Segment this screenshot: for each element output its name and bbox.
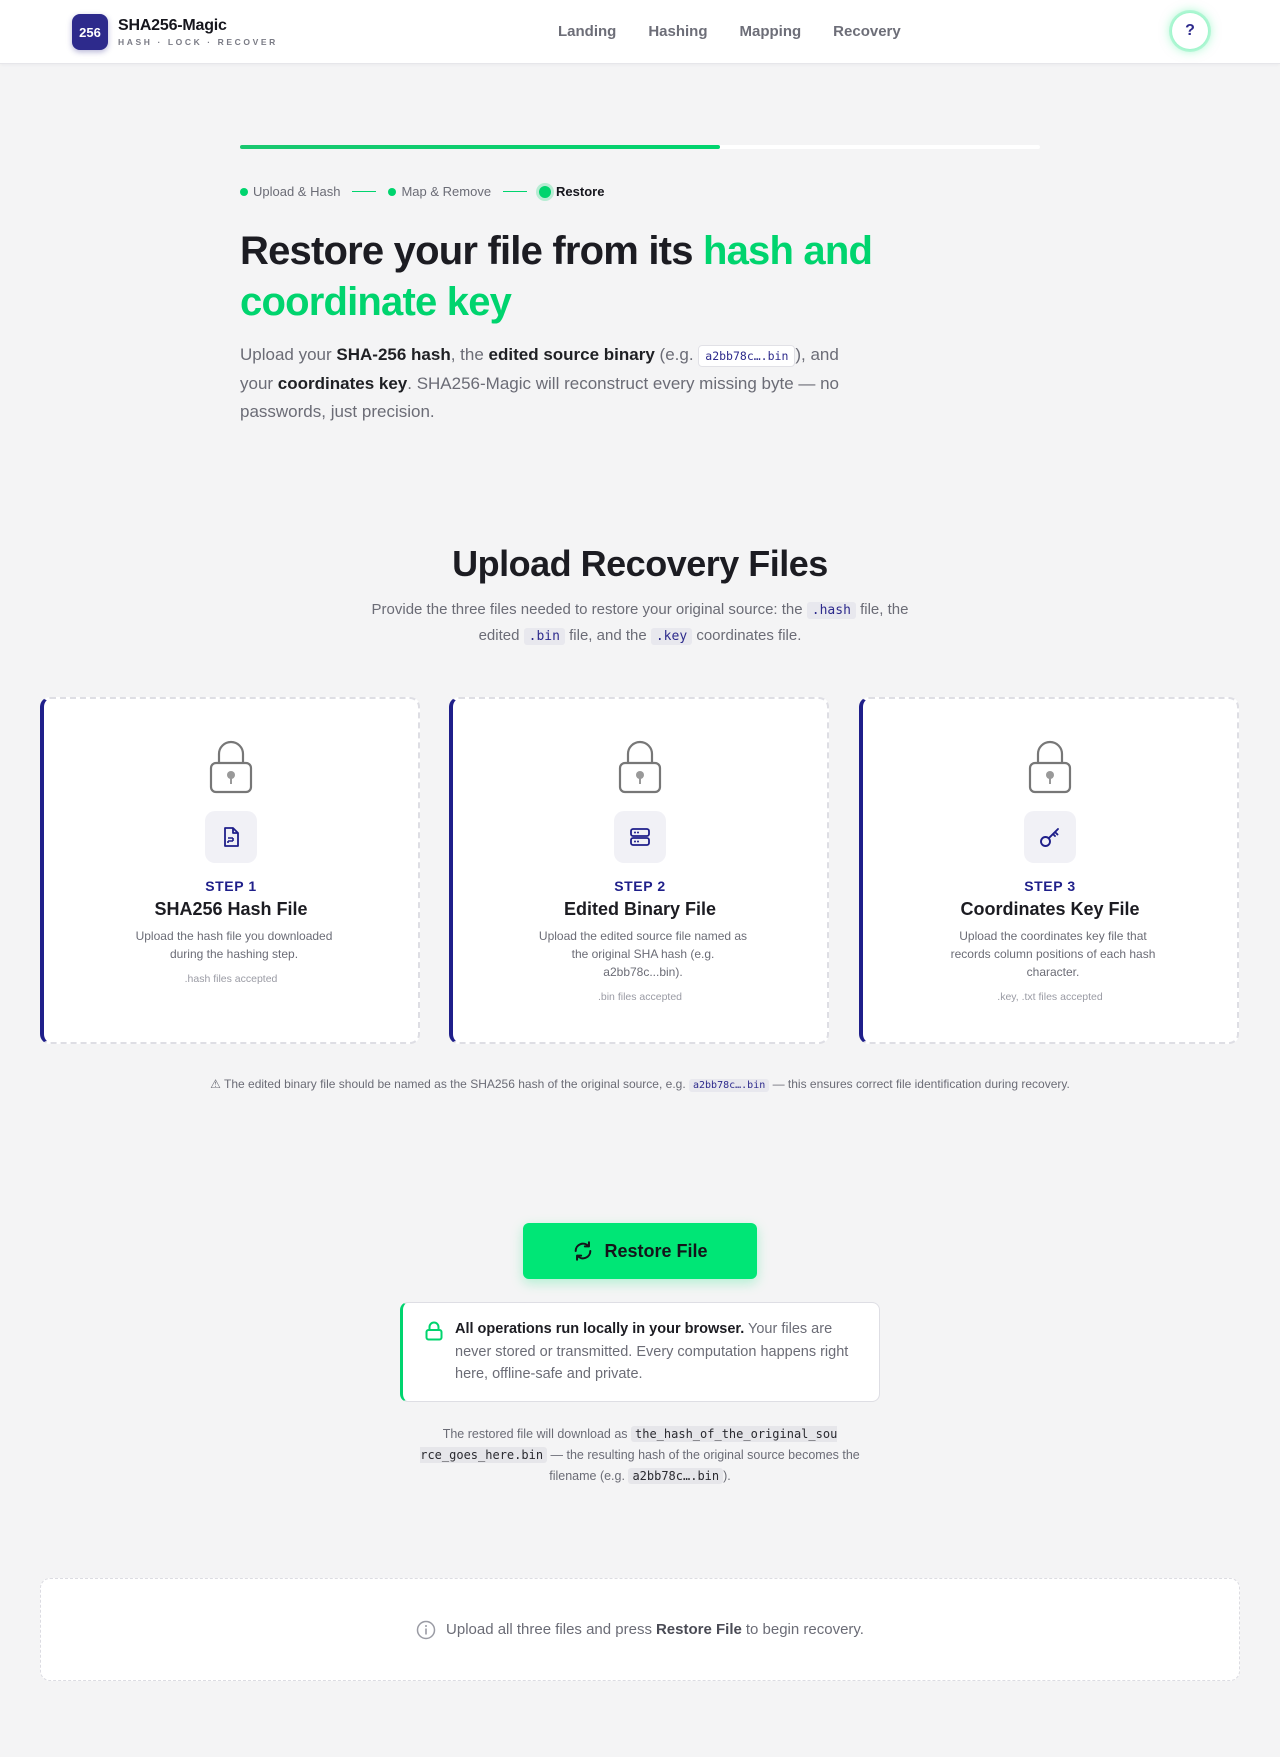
nav-link-hashing[interactable]: Hashing <box>648 22 707 42</box>
brand-name: SHA256-Magic <box>118 17 227 34</box>
step-connector <box>503 190 528 193</box>
server-icon <box>614 811 666 863</box>
accepted-types: .key, .txt files accepted <box>997 991 1103 1003</box>
lead-bold: coordinates key <box>277 373 408 393</box>
section-title: Upload Recovery Files <box>452 543 828 584</box>
example-filename: a2bb78c….bin <box>689 1079 770 1092</box>
file-icon <box>205 811 257 863</box>
status-text: Upload all three files and press <box>446 1621 652 1638</box>
download-note: The restored file will download as the_h… <box>420 1424 860 1487</box>
lead-bold: SHA-256 hash <box>336 345 451 364</box>
ext-bin: .bin <box>523 628 565 645</box>
upload-cards: STEP 1 SHA256 Hash File Upload the hash … <box>40 697 1240 1044</box>
step-active-dot <box>539 185 552 198</box>
lock-icon <box>618 740 662 794</box>
privacy-bold: All operations run locally in your brows… <box>455 1321 745 1337</box>
card-title: SHA256 Hash File <box>154 899 308 919</box>
lead-text: (e.g. <box>654 345 699 364</box>
page-lead: Upload your SHA-256 hash, the edited sou… <box>240 341 860 426</box>
step-number: STEP 3 <box>1024 878 1076 894</box>
key-icon <box>1024 811 1076 863</box>
upload-card-hash[interactable]: STEP 1 SHA256 Hash File Upload the hash … <box>40 697 420 1044</box>
status-bold: Restore File <box>655 1621 742 1638</box>
title-text: Restore your file from its <box>240 229 703 273</box>
ext-key: .key <box>650 628 693 645</box>
sub-text: coordinates file. <box>692 627 802 644</box>
status-text: to begin recovery. <box>745 1621 864 1638</box>
nav-link-mapping[interactable]: Mapping <box>740 22 802 42</box>
main-nav: Landing Hashing Mapping Recovery <box>558 22 933 42</box>
example-filename: a2bb78c….bin <box>698 344 796 367</box>
status-panel: Upload all three files and press Restore … <box>40 1578 1240 1681</box>
refresh-icon <box>575 1241 592 1261</box>
brand-text: SHA256-Magic HASH · LOCK · RECOVER <box>118 17 278 47</box>
note-text: The restored file will download as <box>442 1427 631 1441</box>
progress-fill <box>240 145 720 149</box>
step-complete-dot <box>240 187 248 196</box>
section-subtitle: Provide the three files needed to restor… <box>360 597 920 649</box>
step-number: STEP 2 <box>614 878 666 894</box>
accepted-types: .bin files accepted <box>597 991 683 1003</box>
lead-text: , the <box>450 345 489 364</box>
step-complete-dot <box>388 187 397 196</box>
step-restore: Restore <box>539 184 604 199</box>
card-title: Coordinates Key File <box>960 899 1140 919</box>
warning-text: — this ensures correct file identificati… <box>769 1077 1070 1091</box>
ext-hash: .hash <box>806 602 856 619</box>
card-description: Upload the coordinates key file that rec… <box>950 929 1156 979</box>
step-number: STEP 1 <box>205 878 257 894</box>
step-label: Restore <box>556 184 605 199</box>
step-label: Map & Remove <box>401 184 492 199</box>
page-title: Restore your file from its hash and coor… <box>240 226 960 328</box>
nav-link-landing[interactable]: Landing <box>558 22 616 42</box>
nav-link-recovery[interactable]: Recovery <box>833 22 901 42</box>
privacy-notice: All operations run locally in your brows… <box>400 1302 880 1402</box>
info-icon <box>416 1620 436 1639</box>
stepper: Upload & Hash Map & Remove Restore <box>240 184 604 199</box>
warning-text: ⚠ The edited binary file should be named… <box>210 1077 689 1091</box>
lock-icon <box>209 740 253 794</box>
card-description: Upload the hash file you downloaded duri… <box>135 929 333 961</box>
lead-text: Upload your <box>240 345 337 364</box>
lead-bold: edited source binary <box>488 345 655 364</box>
step-connector <box>352 190 377 193</box>
upload-card-key[interactable]: STEP 3 Coordinates Key File Upload the c… <box>859 697 1239 1044</box>
upload-card-binary[interactable]: STEP 2 Edited Binary File Upload the edi… <box>449 697 829 1044</box>
restore-button-label: Restore File <box>604 1240 708 1261</box>
progress-bar <box>240 145 1040 149</box>
card-description: Upload the edited source file named as t… <box>538 929 748 979</box>
top-nav-bar: 256 SHA256-Magic HASH · LOCK · RECOVER L… <box>0 0 1280 64</box>
step-upload-hash: Upload & Hash <box>240 184 340 199</box>
lock-icon <box>1028 740 1072 794</box>
card-title: Edited Binary File <box>563 899 717 919</box>
note-text: ). <box>723 1469 731 1483</box>
naming-warning: ⚠ The edited binary file should be named… <box>0 1077 1280 1092</box>
sub-text: Provide the three files needed to restor… <box>371 601 807 618</box>
step-label: Upload & Hash <box>253 184 341 199</box>
restore-file-button[interactable]: Restore File <box>523 1223 757 1279</box>
privacy-text: All operations run locally in your brows… <box>455 1318 855 1386</box>
step-map-remove: Map & Remove <box>388 184 491 199</box>
accepted-types: .hash files accepted <box>184 973 278 985</box>
brand-logo-badge: 256 <box>72 14 108 50</box>
example-filename: a2bb78c….bin <box>628 1468 724 1484</box>
help-button[interactable]: ? <box>1172 13 1208 49</box>
sub-text: file, and the <box>564 627 651 644</box>
brand[interactable]: 256 SHA256-Magic HASH · LOCK · RECOVER <box>72 14 278 50</box>
brand-tagline: HASH · LOCK · RECOVER <box>118 37 278 47</box>
lock-icon <box>425 1321 443 1341</box>
